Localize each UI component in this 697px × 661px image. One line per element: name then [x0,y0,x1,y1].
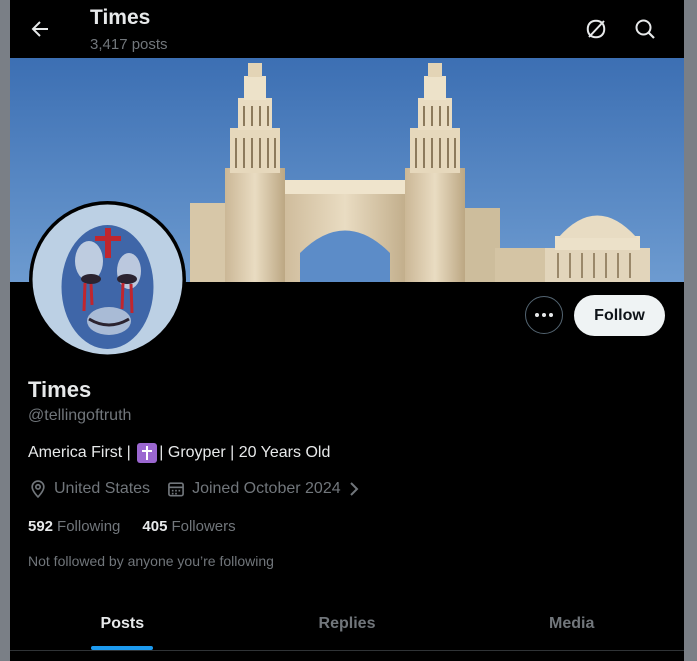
following-count: 592 [28,518,54,535]
bio-text-prefix: America First | [28,444,136,461]
tab-media[interactable]: Media [459,598,684,650]
more-icon-dot [549,313,553,317]
latin-cross-emoji [137,443,158,463]
bio: America First | | Groyper | 20 Years Old [28,443,330,463]
tab-label: Posts [100,615,145,632]
header-title: Times [90,6,151,29]
location-text: United States [54,480,151,497]
followers-link[interactable]: 405 Followers [142,518,235,535]
location: United States [28,479,150,499]
user-handle: @tellingoftruth [28,407,132,424]
follow-button[interactable]: Follow [574,295,665,336]
more-icon-dot [542,313,546,317]
more-icon-dot [535,313,539,317]
grok-icon[interactable] [584,17,608,41]
tab-replies[interactable]: Replies [235,598,460,650]
profile-tabs: Posts Replies Media [10,598,684,650]
tab-label: Media [549,615,595,632]
location-pin-icon [31,480,45,499]
followers-label: Followers [171,518,236,535]
chevron-right-icon [349,482,359,496]
tabs-divider [10,650,684,651]
joined-date[interactable]: Joined October 2024 [166,479,361,499]
avatar-image [32,204,183,355]
followers-count: 405 [142,518,168,535]
calendar-icon [168,482,184,497]
following-label: Following [57,518,121,535]
joined-text: Joined October 2024 [192,480,341,497]
profile-meta: United States Joined October 2024 [28,479,377,499]
display-name: Times [28,377,92,402]
following-link[interactable]: 592 Following [28,518,120,535]
back-arrow-icon[interactable] [28,17,52,41]
more-options-button[interactable] [525,296,563,334]
bio-text-suffix: | Groyper | 20 Years Old [159,444,331,461]
tab-posts[interactable]: Posts [10,598,235,650]
tab-label: Replies [318,615,376,632]
follow-stats: 592 Following 405 Followers [28,518,236,535]
followed-by-notice: Not followed by anyone you’re following [28,553,274,569]
avatar[interactable] [29,201,186,358]
profile-column: Times 3,417 posts Follow Times @tellingo… [10,0,684,661]
top-bar: Times 3,417 posts [10,0,684,58]
search-icon[interactable] [633,17,657,41]
post-count: 3,417 posts [90,36,168,53]
